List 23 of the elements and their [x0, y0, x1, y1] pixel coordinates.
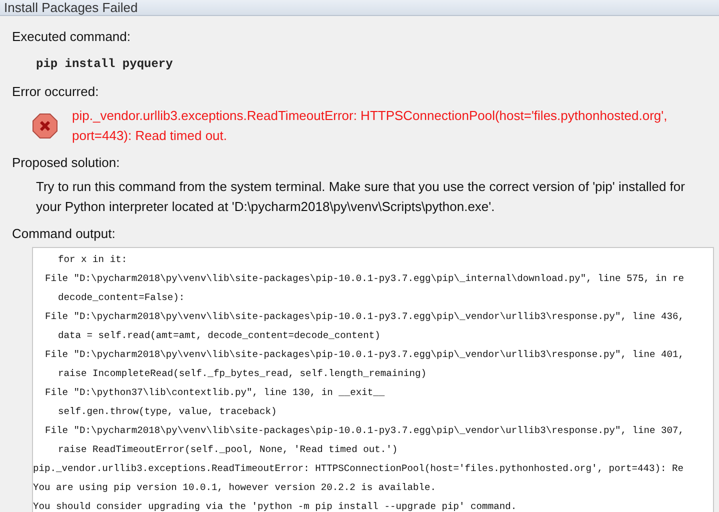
output-line: File "D:\pycharm2018\py\venv\lib\site-packages\pip-10.0.1-py3.7.egg\pip\_vendor\urllib3\response.py", line 436, [44, 310, 686, 324]
output-line: You are using pip version 10.0.1, however version 20.2.2 is available. [33, 481, 438, 495]
output-line: File "D:\pycharm2018\py\venv\lib\site-packages\pip-10.0.1-py3.7.egg\pip\_vendor\urllib3\response.py", line 307, [44, 424, 686, 438]
error-message: pip._vendor.urllib3.exceptions.ReadTimeoutError: HTTPSConnectionPool(host='files.pythonhosted.org', port=443): Read timed out. [72, 107, 668, 145]
output-line: File "D:\pycharm2018\py\venv\lib\site-packages\pip-10.0.1-py3.7.egg\pip\_internal\download.py", line 575, in re [44, 272, 686, 286]
section-label: Command output: [12, 225, 116, 243]
output-line: for x in it: [57, 253, 128, 267]
output-line: raise ReadTimeoutError(self._pool, None, 'Read timed out.') [57, 443, 399, 457]
window-title: Install Packages Failed [4, 0, 138, 15]
output-line: File "D:\pycharm2018\py\venv\lib\site-packages\pip-10.0.1-py3.7.egg\pip\_vendor\urllib3\response.py", line 401, [44, 348, 686, 362]
output-line: pip._vendor.urllib3.exceptions.ReadTimeoutError: HTTPSConnectionPool(host='files.pythonhosted.org', port=443): Re [33, 462, 685, 476]
output-line: raise IncompleteRead(self._fp_bytes_read, self.length_remaining) [57, 367, 428, 381]
section-label: Error occurred: [12, 83, 100, 101]
output-line: You should consider upgrading via the 'python -m pip install --upgrade pip' command. [33, 500, 518, 512]
section-label: Proposed solution: [12, 154, 121, 172]
error-icon [32, 113, 58, 139]
output-line: data = self.read(amt=amt, decode_content=decode_content) [57, 329, 382, 343]
output-line: decode_content=False): [57, 291, 186, 305]
output-line: self.gen.throw(type, value, traceback) [57, 405, 278, 419]
solution-text: Try to run this command from the system terminal. Make sure that you use the correct version of 'pip' installed for your Python interpreter located at 'D:\pycharm2018\py\venv\Scripts\python.exe'. [36, 178, 686, 216]
output-line: File "D:\python37\lib\contextlib.py", line 130, in __exit__ [44, 386, 386, 400]
command-text: pip install pyquery [36, 57, 174, 71]
section-label: Executed command: [12, 28, 132, 46]
